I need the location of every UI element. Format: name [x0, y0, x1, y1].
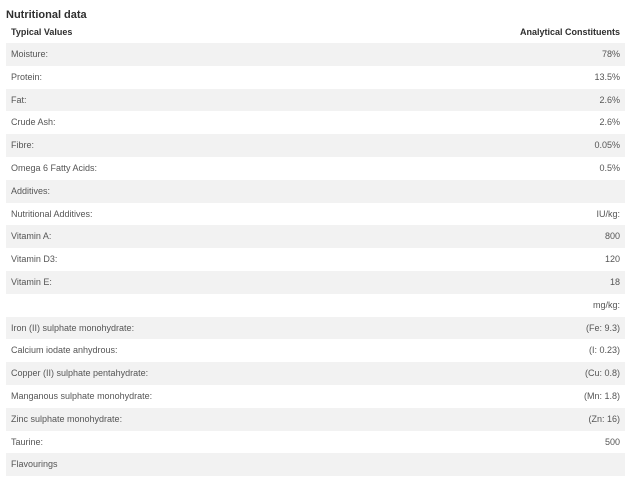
row-label: Additives:	[6, 179, 316, 203]
row-label	[6, 293, 316, 317]
table-row: Flavourings	[6, 453, 625, 477]
row-label: Nutritional Additives:	[6, 202, 316, 226]
row-value: 0.5%	[315, 156, 625, 180]
row-value: 0.05%	[315, 134, 625, 157]
column-header-analytical-constituents: Analytical Constituents	[519, 27, 620, 37]
row-value: 18	[315, 270, 625, 294]
row-label: Moisture:	[6, 43, 316, 66]
table-row: Protein: 13.5%	[6, 65, 625, 89]
row-label: Calcium iodate anhydrous:	[6, 339, 316, 363]
table-row: Omega 6 Fatty Acids: 0.5%	[6, 156, 625, 180]
row-label: Vitamin A:	[6, 225, 316, 249]
row-value: IU/kg:	[315, 202, 625, 226]
row-label: Zinc sulphate monohydrate:	[6, 407, 316, 431]
nutrition-table: Typical Values Analytical Constituents M…	[6, 22, 625, 477]
table-row: Moisture: 78%	[6, 43, 625, 66]
row-label: Vitamin D3:	[6, 248, 316, 271]
row-value	[315, 179, 625, 203]
row-label: Copper (II) sulphate pentahydrate:	[6, 362, 316, 385]
table-row: Vitamin A: 800	[6, 225, 625, 249]
row-value: (Cu: 0.8)	[315, 362, 625, 385]
row-value: 78%	[315, 43, 625, 66]
table-row: Calcium iodate anhydrous: (I: 0.23)	[6, 339, 625, 363]
table-row: mg/kg:	[6, 293, 625, 317]
column-header-typical-values: Typical Values	[11, 27, 73, 37]
row-label: Vitamin E:	[6, 270, 316, 294]
row-value	[315, 453, 625, 477]
row-label: Crude Ash:	[6, 111, 316, 135]
nutrition-panel: Nutritional data Typical Values Analytic…	[0, 0, 633, 480]
table-row: Copper (II) sulphate pentahydrate: (Cu: 0…	[6, 362, 625, 385]
row-value: mg/kg:	[315, 293, 625, 317]
row-value: (Fe: 9.3)	[315, 316, 625, 340]
row-value: 120	[315, 248, 625, 271]
row-value: (Zn: 16)	[315, 407, 625, 431]
row-label: Flavourings	[6, 453, 316, 477]
row-value: 13.5%	[315, 65, 625, 89]
row-label: Protein:	[6, 65, 316, 89]
table-row: Fat: 2.6%	[6, 88, 625, 112]
table-row: Vitamin D3: 120	[6, 248, 625, 271]
row-label: Taurine:	[6, 430, 316, 454]
row-label: Manganous sulphate monohydrate:	[6, 384, 316, 408]
row-value: 2.6%	[315, 88, 625, 112]
table-row: Nutritional Additives: IU/kg:	[6, 202, 625, 226]
row-value: (Mn: 1.8)	[315, 384, 625, 408]
section-title: Nutritional data	[6, 9, 87, 21]
table-body: Moisture: 78% Protein: 13.5% Fat: 2.6% Crude A…	[6, 43, 625, 477]
row-label: Fat:	[6, 88, 316, 112]
row-label: Fibre:	[6, 134, 316, 157]
table-row: Taurine: 500	[6, 430, 625, 454]
row-value: (I: 0.23)	[315, 339, 625, 363]
table-row: Zinc sulphate monohydrate: (Zn: 16)	[6, 407, 625, 431]
table-header-row: Typical Values Analytical Constituents	[6, 22, 625, 43]
table-row: Vitamin E: 18	[6, 270, 625, 294]
table-row: Crude Ash: 2.6%	[6, 111, 625, 135]
table-row: Additives:	[6, 179, 625, 203]
row-label: Omega 6 Fatty Acids:	[6, 156, 316, 180]
row-value: 500	[315, 430, 625, 454]
table-row: Manganous sulphate monohydrate: (Mn: 1.8)	[6, 384, 625, 408]
row-label: Iron (II) sulphate monohydrate:	[6, 316, 316, 340]
row-value: 800	[315, 225, 625, 249]
table-row: Iron (II) sulphate monohydrate: (Fe: 9.3)	[6, 316, 625, 340]
row-value: 2.6%	[315, 111, 625, 135]
table-row: Fibre: 0.05%	[6, 134, 625, 157]
